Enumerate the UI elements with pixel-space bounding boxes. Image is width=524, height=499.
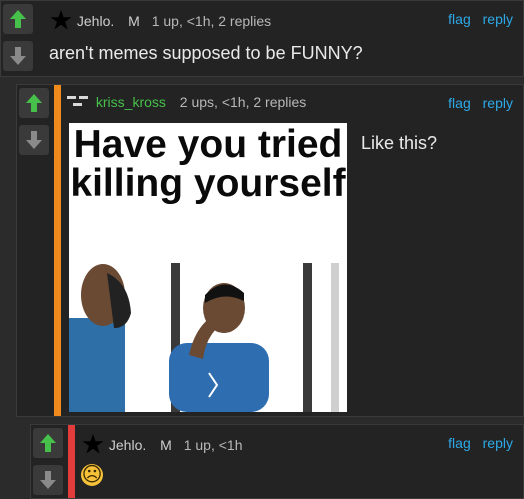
reply-link[interactable]: reply — [483, 95, 513, 111]
username[interactable]: Jehlo. — [109, 437, 146, 453]
upvote-button[interactable] — [3, 4, 33, 34]
comment-text: aren't memes supposed to be FUNNY? — [49, 43, 363, 63]
flag-link[interactable]: flag — [448, 435, 471, 451]
bars-icon — [67, 96, 88, 106]
comment-meta: kriss_kross 2 ups, <1h, 2 replies — [66, 94, 306, 110]
comment-meta: Jehlo. M 1 up, <1h, 2 replies — [49, 9, 271, 31]
mod-badge: M — [128, 13, 140, 29]
comment-stats: 2 ups, <1h, 2 replies — [179, 94, 307, 110]
reply-link[interactable]: reply — [483, 11, 513, 27]
upvote-button[interactable] — [33, 428, 63, 458]
star-icon — [50, 10, 72, 30]
up-arrow-icon — [40, 434, 56, 452]
comment-actions: flag reply — [440, 11, 513, 27]
flag-link[interactable]: flag — [448, 95, 471, 111]
up-arrow-icon — [26, 94, 42, 112]
username[interactable]: kriss_kross — [96, 94, 166, 110]
emoji-glyph: ☹ — [81, 464, 103, 486]
mod-badge: M — [160, 437, 172, 453]
up-arrow-icon — [10, 10, 26, 28]
thread-stripe — [54, 85, 61, 416]
down-arrow-icon — [10, 47, 26, 65]
comment-stats: 1 up, <1h — [183, 437, 243, 453]
reply-link[interactable]: reply — [483, 435, 513, 451]
comment-meta: Jehlo. M 1 up, <1h — [81, 433, 242, 455]
flag-link[interactable]: flag — [448, 11, 471, 27]
thread-stripe — [68, 425, 75, 498]
down-arrow-icon — [40, 471, 56, 489]
username[interactable]: Jehlo. — [77, 13, 114, 29]
star-icon — [82, 434, 104, 454]
frowning-face-emoji: ☹ — [81, 464, 103, 486]
down-arrow-icon — [26, 131, 42, 149]
comment-1: Jehlo. M 1 up, <1h, 2 replies flag reply… — [0, 0, 524, 77]
downvote-button[interactable] — [33, 465, 63, 495]
upvote-button[interactable] — [19, 88, 49, 118]
comment-stats: 1 up, <1h, 2 replies — [151, 13, 272, 29]
downvote-button[interactable] — [19, 125, 49, 155]
meme-image[interactable]: Have you tried killing yourself — [69, 123, 347, 412]
meme-photo — [69, 263, 339, 412]
comment-actions: flag reply — [440, 435, 513, 451]
downvote-button[interactable] — [3, 41, 33, 71]
comment-text: Like this? — [361, 133, 438, 153]
comment-3: Jehlo. M 1 up, <1h flag reply ☹ — [30, 424, 524, 499]
comment-actions: flag reply — [440, 95, 513, 111]
